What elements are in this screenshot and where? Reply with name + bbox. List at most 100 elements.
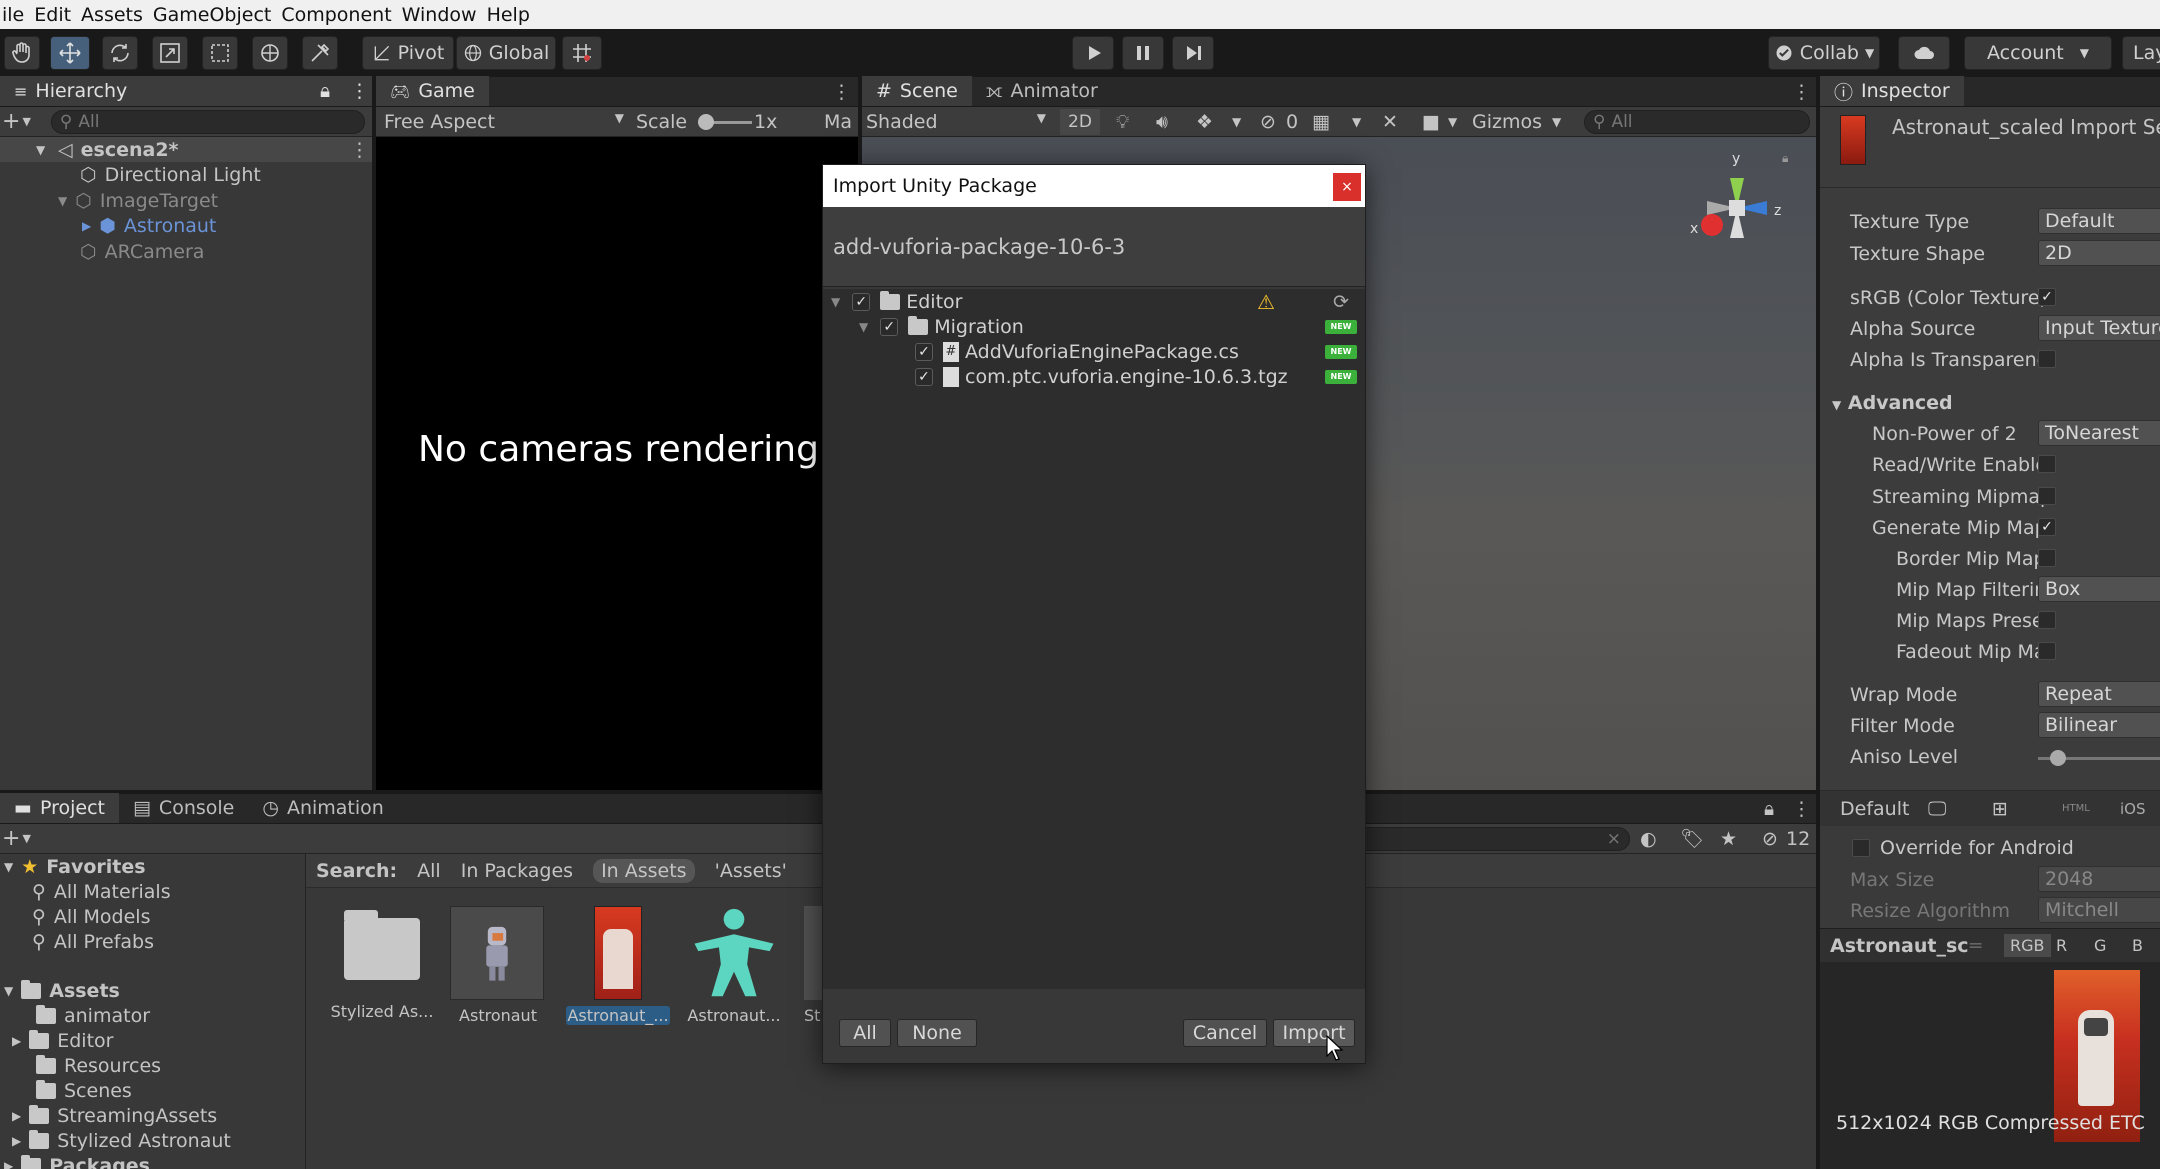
menu-file[interactable]: ile: [2, 4, 24, 26]
platform-tab-ios[interactable]: iOS: [2120, 800, 2146, 818]
advanced-foldout[interactable]: ▼ Advanced: [1832, 392, 1953, 414]
favorites-header[interactable]: ▼ ★ Favorites: [4, 854, 146, 879]
pause-button[interactable]: [1122, 36, 1164, 70]
slider-thumb[interactable]: [2050, 750, 2066, 766]
select-none-button[interactable]: None: [897, 1019, 977, 1047]
hierarchy-item-scene[interactable]: ▼ ◁ escena2* ⋮: [0, 137, 372, 162]
editor-checkbox[interactable]: ✓: [852, 292, 871, 311]
asset-folder-item[interactable]: ▶ StreamingAssets: [12, 1103, 217, 1128]
grid-snap-button[interactable]: [562, 36, 602, 70]
menu-assets[interactable]: Assets: [81, 4, 143, 26]
scene-search-input[interactable]: ⚲ All: [1584, 109, 1810, 134]
scope-in-assets[interactable]: In Assets: [593, 858, 695, 883]
tab-game[interactable]: 🎮︎ Game: [376, 76, 489, 106]
chevron-down-icon[interactable]: ▼: [1232, 115, 1241, 129]
add-icon[interactable]: +: [2, 109, 20, 134]
account-dropdown[interactable]: Account ▼: [1964, 36, 2112, 70]
rect-tool-button[interactable]: [202, 36, 238, 70]
kebab-menu-icon[interactable]: ⋮: [1792, 798, 1811, 820]
alpha-transparency-checkbox[interactable]: [2038, 350, 2056, 368]
tab-hierarchy[interactable]: ≡ Hierarchy 🔒︎ ⋮: [0, 76, 372, 106]
script-checkbox[interactable]: ✓: [915, 342, 933, 361]
menu-window[interactable]: Window: [402, 4, 477, 26]
aniso-slider[interactable]: [2038, 750, 2160, 766]
channel-g-button[interactable]: G: [2088, 934, 2112, 957]
mode-2d-toggle[interactable]: 2D: [1060, 108, 1100, 135]
tab-inspector[interactable]: ⓘ Inspector: [1820, 76, 1964, 106]
hierarchy-search-input[interactable]: ⚲ All: [50, 109, 365, 134]
grid-icon[interactable]: ▦: [1312, 111, 1330, 133]
kebab-menu-icon[interactable]: ⋮: [832, 81, 851, 103]
move-tool-button[interactable]: [50, 36, 90, 70]
clear-icon[interactable]: ×: [1607, 829, 1621, 849]
transform-tool-button[interactable]: [252, 36, 288, 70]
hidden-objects-icon[interactable]: ⊘: [1260, 111, 1276, 133]
channel-rgb-button[interactable]: RGB: [2004, 934, 2051, 957]
asset-folder-item[interactable]: Resources: [36, 1053, 161, 1078]
mip-preserve-checkbox[interactable]: [2038, 611, 2056, 629]
alpha-source-dropdown[interactable]: Input Texture: [2038, 315, 2160, 341]
tab-console[interactable]: ▤ Console: [119, 793, 248, 823]
tools-icon[interactable]: ✕: [1382, 111, 1398, 133]
asset-grid-item[interactable]: Astronaut...: [682, 906, 786, 1025]
tree-row-tgz[interactable]: ✓ com.ptc.vuforia.engine-10.6.3.tgz NEW: [823, 364, 1365, 389]
gizmos-dropdown[interactable]: Gizmos: [1472, 111, 1542, 133]
menu-component[interactable]: Component: [281, 4, 391, 26]
star-icon[interactable]: ★: [1720, 828, 1737, 850]
asset-grid-item-selected[interactable]: Astronaut_...: [566, 906, 670, 1025]
texture-type-dropdown[interactable]: Default: [2038, 208, 2160, 234]
collab-dropdown[interactable]: Collab ▼: [1768, 36, 1880, 70]
mip-filter-dropdown[interactable]: Box: [2038, 576, 2160, 602]
label-icon[interactable]: 🏷︎: [1680, 827, 1704, 850]
lock-icon[interactable]: 🔒︎: [1782, 151, 1788, 166]
asset-grid-item[interactable]: Stylized As...: [330, 906, 434, 1021]
monitor-icon[interactable]: 🖵︎: [1928, 798, 1946, 820]
packages-header[interactable]: ▶ Packages: [4, 1153, 150, 1169]
scope-all[interactable]: All: [417, 860, 441, 882]
hierarchy-item-directional-light[interactable]: ⬡ Directional Light: [80, 162, 261, 187]
tgz-checkbox[interactable]: ✓: [915, 367, 933, 386]
scope-in-packages[interactable]: In Packages: [461, 860, 573, 882]
select-all-button[interactable]: All: [839, 1019, 891, 1047]
hierarchy-item-imagetarget[interactable]: ▼ ⬡ ImageTarget: [58, 188, 218, 213]
rotate-tool-button[interactable]: [102, 36, 138, 70]
chevron-down-icon[interactable]: ▼: [1552, 115, 1561, 129]
read-write-checkbox[interactable]: [2038, 455, 2056, 473]
windows-icon[interactable]: ⊞: [1992, 798, 2008, 820]
pivot-toggle[interactable]: Pivot: [362, 36, 454, 70]
scale-tool-button[interactable]: [152, 36, 188, 70]
texture-shape-dropdown[interactable]: 2D: [2038, 240, 2160, 266]
slider-thumb[interactable]: [698, 114, 714, 130]
channel-b-button[interactable]: B: [2126, 934, 2149, 957]
chevron-down-icon[interactable]: ▼: [22, 832, 30, 845]
migration-checkbox[interactable]: ✓: [880, 317, 899, 336]
play-button[interactable]: [1072, 36, 1114, 70]
scope-assets-folder[interactable]: 'Assets': [715, 860, 787, 882]
asset-folder-item[interactable]: animator: [36, 1003, 150, 1028]
tab-project[interactable]: ▬ Project: [0, 793, 119, 823]
asset-folder-item[interactable]: ▶ Stylized Astronaut: [12, 1128, 231, 1153]
chevron-down-icon[interactable]: ▼: [1352, 115, 1361, 129]
fadeout-mips-checkbox[interactable]: [2038, 642, 2056, 660]
shading-dropdown[interactable]: Shaded ▼: [866, 111, 1046, 133]
add-icon[interactable]: +: [2, 826, 20, 851]
asset-folder-item[interactable]: ▶ Editor: [12, 1028, 113, 1053]
camera-icon[interactable]: ■: [1422, 111, 1440, 133]
favorite-item[interactable]: ⚲ All Materials: [32, 879, 171, 904]
step-button[interactable]: [1172, 36, 1214, 70]
drag-handle-icon[interactable]: ═: [1970, 935, 1981, 957]
platform-tab-default[interactable]: Default: [1840, 798, 1909, 820]
webgl-icon[interactable]: HTML: [2062, 803, 2090, 814]
lightbulb-icon[interactable]: 💡︎: [1116, 111, 1129, 133]
favorite-item[interactable]: ⚲ All Models: [32, 904, 150, 929]
srgb-checkbox[interactable]: ✓: [2038, 288, 2056, 306]
cloud-button[interactable]: [1898, 36, 1950, 70]
lock-icon[interactable]: 🔒︎: [1764, 798, 1774, 820]
channel-r-button[interactable]: R: [2050, 934, 2073, 957]
generate-mipmaps-checkbox[interactable]: ✓: [2038, 518, 2056, 536]
tree-row-editor[interactable]: ▼ ✓ Editor ⚠ ⟳: [823, 289, 1365, 314]
filter-type-icon[interactable]: ◐: [1640, 828, 1657, 850]
asset-grid-item[interactable]: Astronaut: [450, 906, 546, 1025]
tab-animator[interactable]: ⟗ Animator: [972, 76, 1112, 106]
streaming-mipmaps-checkbox[interactable]: [2038, 487, 2056, 505]
